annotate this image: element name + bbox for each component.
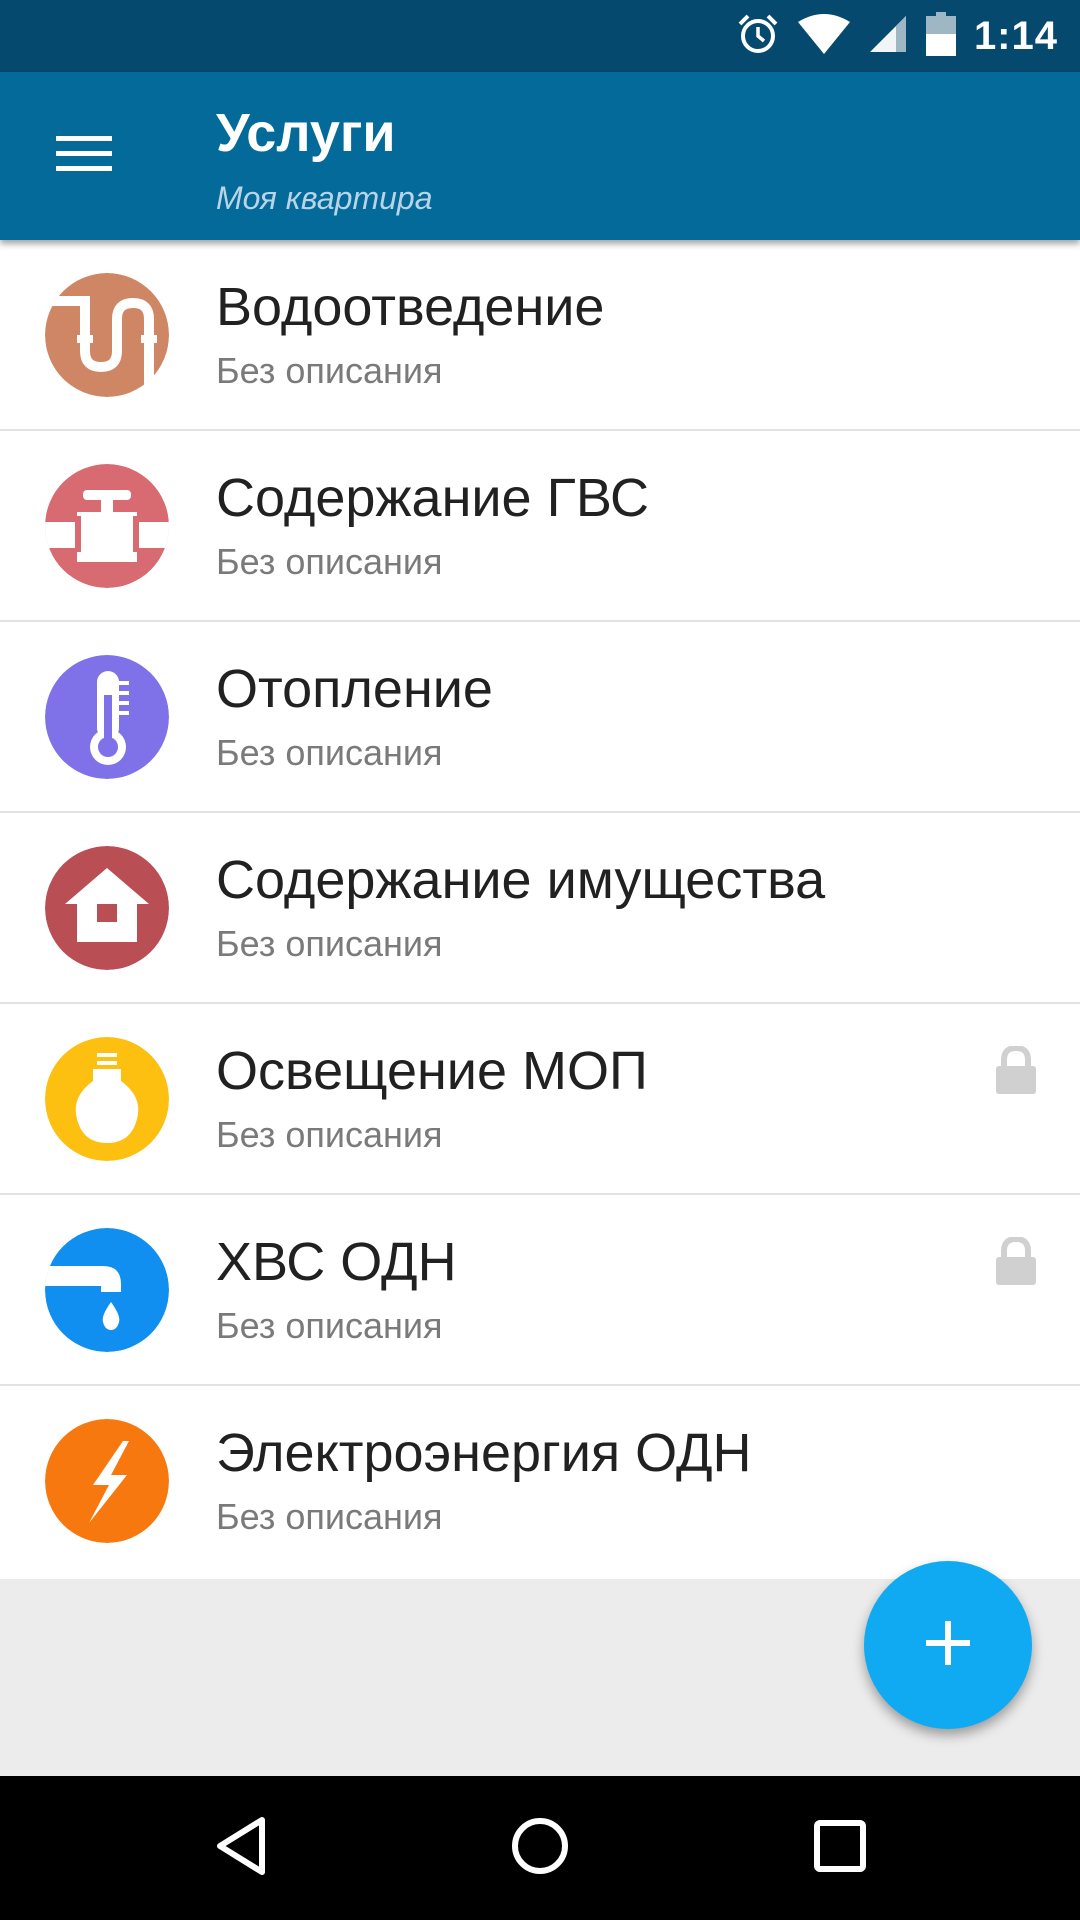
page-subtitle: Моя квартира (216, 180, 433, 216)
house-icon (45, 846, 169, 970)
menu-button[interactable] (40, 116, 128, 196)
service-item[interactable]: Водоотведение Без описания (0, 240, 1080, 431)
wifi-icon (797, 13, 850, 59)
service-item[interactable]: Содержание ГВС Без описания (0, 431, 1080, 622)
recents-icon (812, 1818, 868, 1879)
service-description: Без описания (216, 1114, 443, 1155)
back-button[interactable] (192, 1808, 292, 1888)
valve-icon (45, 464, 169, 588)
battery-icon (925, 11, 956, 61)
service-title: ХВС ОДН (216, 1232, 457, 1292)
back-icon (214, 1816, 270, 1881)
service-title: Содержание ГВС (216, 468, 650, 528)
service-description: Без описания (216, 1496, 443, 1537)
service-title: Электроэнергия ОДН (216, 1423, 752, 1483)
faucet-icon (45, 1228, 169, 1352)
service-description: Без описания (216, 923, 443, 964)
page-title: Услуги (216, 103, 396, 163)
home-icon (510, 1816, 570, 1881)
service-description: Без описания (216, 541, 443, 582)
service-item[interactable]: Отопление Без описания (0, 622, 1080, 813)
services-list: Водоотведение Без описания Содержание ГВ… (0, 240, 1080, 1579)
service-description: Без описания (216, 1305, 443, 1346)
drain-pipe-icon (45, 273, 169, 397)
service-item[interactable]: Содержание имущества Без описания (0, 813, 1080, 1004)
service-title: Отопление (216, 659, 493, 719)
thermometer-icon (45, 655, 169, 779)
service-description: Без описания (216, 350, 443, 391)
navigation-bar (0, 1776, 1080, 1920)
service-title: Водоотведение (216, 277, 605, 337)
plus-icon (924, 1619, 972, 1672)
add-service-button[interactable] (864, 1561, 1032, 1729)
alarm-icon (736, 12, 780, 61)
recents-button[interactable] (790, 1808, 890, 1888)
menu-icon (56, 134, 112, 179)
app-bar: Услуги Моя квартира (0, 72, 1080, 240)
home-button[interactable] (490, 1808, 590, 1888)
service-item[interactable]: ХВС ОДН Без описания (0, 1195, 1080, 1386)
lock-icon (994, 1235, 1038, 1285)
status-bar: 1:14 (0, 0, 1080, 72)
service-item[interactable]: Освещение МОП Без описания (0, 1004, 1080, 1195)
service-description: Без описания (216, 732, 443, 773)
service-item[interactable]: Электроэнергия ОДН Без описания (0, 1386, 1080, 1579)
status-time: 1:14 (973, 13, 1058, 58)
lock-icon (994, 1044, 1038, 1094)
lightbulb-icon (45, 1037, 169, 1161)
lightning-icon (45, 1419, 169, 1543)
service-title: Содержание имущества (216, 850, 826, 910)
service-title: Освещение МОП (216, 1041, 648, 1101)
signal-icon (868, 14, 908, 59)
status-icons: 1:14 (736, 0, 1058, 72)
